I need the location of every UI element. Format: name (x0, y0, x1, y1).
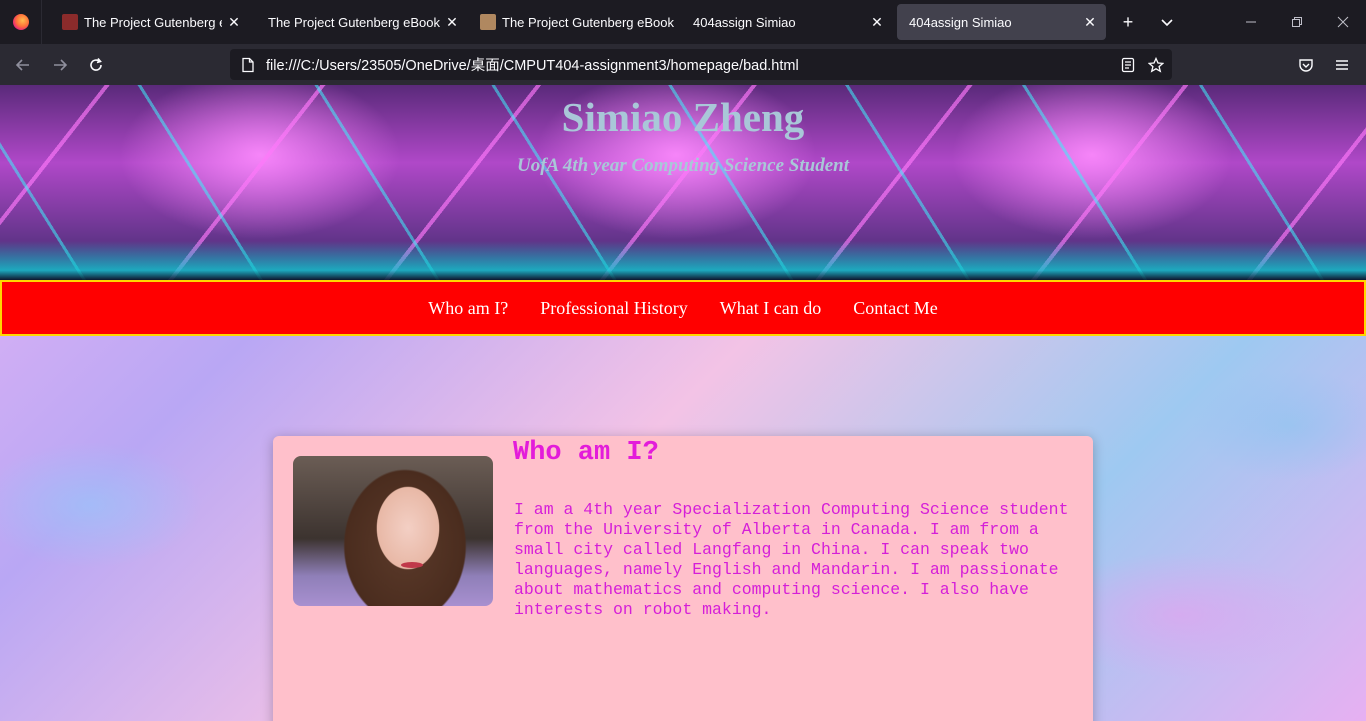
close-tab-icon[interactable]: ✕ (1082, 14, 1098, 30)
site-subtitle: UofA 4th year Computing Science Student (516, 155, 849, 176)
header-banner: Simiao Zheng UofA 4th year Computing Sci… (0, 85, 1366, 280)
minimize-icon (1246, 21, 1256, 23)
reader-view-icon (1121, 57, 1135, 72)
tab-title: The Project Gutenberg eBook (84, 14, 222, 30)
app-menu-button[interactable] (1327, 50, 1357, 80)
close-tab-icon[interactable]: ✕ (444, 14, 460, 30)
minimize-window-button[interactable] (1228, 0, 1274, 44)
tab-title: 404assign Simiao (693, 14, 796, 30)
tab-404assign-1[interactable]: 404assign Simiao ✕ (681, 4, 893, 40)
reader-view-button[interactable] (1114, 49, 1142, 80)
tab-strip: The Project Gutenberg eBook ✕ The Projec… (0, 0, 1366, 44)
about-text: I am a 4th year Specialization Computing… (514, 500, 1069, 619)
address-bar[interactable]: file:///C:/Users/23505/OneDrive/桌面/CMPUT… (230, 49, 1172, 80)
hamburger-menu-icon (1336, 60, 1348, 70)
nav-link-contact-me[interactable]: Contact Me (853, 298, 937, 319)
tab-gutenberg-2[interactable]: The Project Gutenberg eBook of ✕ (256, 4, 468, 40)
about-card: Who am I? I am a 4th year Specialization… (273, 436, 1093, 721)
web-page: Simiao Zheng UofA 4th year Computing Sci… (0, 85, 1366, 721)
close-tab-icon[interactable]: ✕ (226, 14, 242, 30)
close-tab-icon[interactable]: ✕ (869, 14, 885, 30)
restore-window-button[interactable] (1274, 0, 1320, 44)
tab-404assign-active[interactable]: 404assign Simiao ✕ (897, 4, 1106, 40)
reload-button[interactable] (81, 50, 111, 80)
tab-gutenberg-3[interactable]: The Project Gutenberg eBook ✕ (468, 4, 676, 40)
forward-button[interactable] (45, 50, 75, 80)
chevron-down-icon (1161, 19, 1173, 27)
nav-link-what-i-can-do[interactable]: What I can do (720, 298, 821, 319)
tab-gutenberg-1[interactable]: The Project Gutenberg eBook ✕ (50, 4, 250, 40)
list-all-tabs-button[interactable] (1153, 8, 1181, 36)
book-favicon-icon (62, 14, 78, 30)
navigation-toolbar: file:///C:/Users/23505/OneDrive/桌面/CMPUT… (0, 44, 1366, 85)
firefox-menu-icon[interactable] (0, 0, 42, 44)
nav-link-who-am-i[interactable]: Who am I? (428, 298, 508, 319)
back-button[interactable] (8, 50, 38, 80)
restore-icon (1292, 17, 1302, 27)
pocket-button[interactable] (1291, 50, 1321, 80)
about-heading: Who am I? (513, 438, 659, 468)
arrow-left-icon (15, 59, 29, 71)
close-window-button[interactable] (1320, 0, 1366, 44)
photo-detail (401, 562, 423, 568)
tab-title: 404assign Simiao (909, 14, 1012, 30)
site-title: Simiao Zheng (561, 94, 805, 140)
new-tab-button[interactable]: + (1114, 8, 1142, 36)
file-page-icon (242, 57, 254, 72)
profile-photo (293, 456, 493, 606)
bookmark-star-button[interactable] (1142, 49, 1170, 80)
url-text[interactable]: file:///C:/Users/23505/OneDrive/桌面/CMPUT… (266, 54, 799, 75)
pocket-icon (1299, 59, 1313, 72)
book-favicon-icon (480, 14, 496, 30)
tab-title: The Project Gutenberg eBook (502, 14, 674, 30)
nav-link-professional-history[interactable]: Professional History (540, 298, 688, 319)
tab-title: The Project Gutenberg eBook of (268, 14, 440, 30)
reload-icon (90, 57, 102, 71)
site-navigation: Who am I? Professional History What I ca… (0, 280, 1366, 336)
star-icon (1148, 56, 1164, 73)
arrow-right-icon (54, 59, 68, 71)
close-icon (1337, 16, 1349, 28)
